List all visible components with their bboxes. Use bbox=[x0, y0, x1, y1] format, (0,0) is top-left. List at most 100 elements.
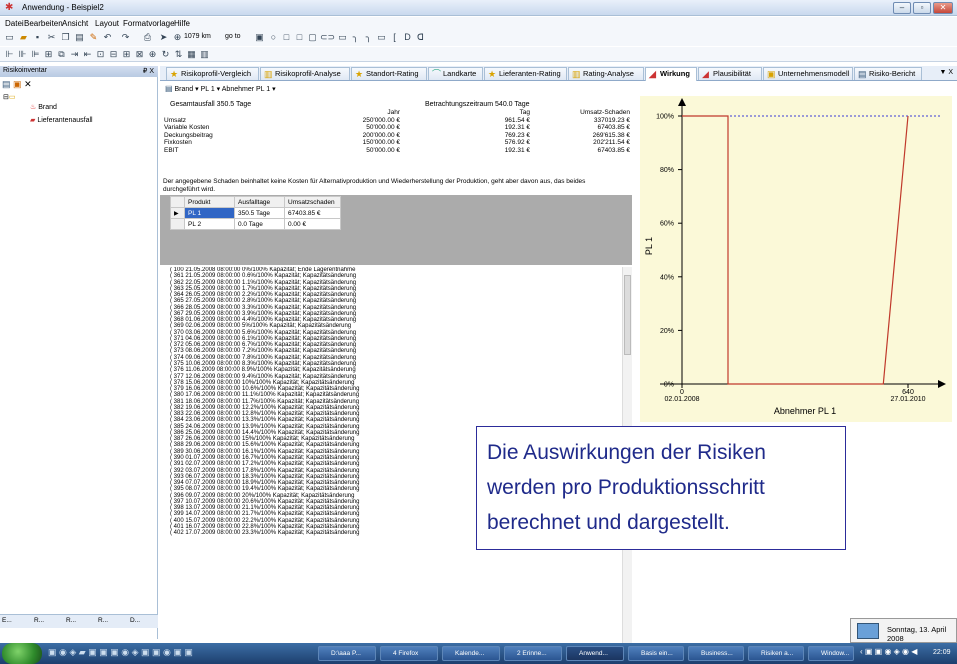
minitab-1[interactable]: E... bbox=[2, 617, 12, 624]
effect-chart: 0% 20% 40% 60% 80% 100% 0 02.01.2008 640 27.01.20… bbox=[640, 96, 952, 422]
bracket-icon[interactable]: [ bbox=[389, 32, 400, 43]
delete-icon[interactable]: ✕ bbox=[24, 79, 32, 89]
menu-ansicht[interactable]: Ansicht bbox=[62, 19, 88, 28]
front-icon[interactable]: ⇥ bbox=[69, 49, 80, 60]
cut-icon[interactable]: ✂ bbox=[46, 32, 57, 43]
quicklaunch-icons[interactable]: ▣ ◉ ◈ ▰ ▣ ▣ ▣ ◉ ◈ ▣ ▣ ◉ ▣ ▣ bbox=[48, 647, 193, 658]
star-icon: ★ bbox=[170, 69, 179, 79]
tab-risikoprofil-analyse[interactable]: ▥ Risikoprofil-Analyse bbox=[260, 67, 350, 80]
tab-standort-rating[interactable]: ★ Standort-Rating bbox=[351, 67, 427, 80]
table-row[interactable]: PL 2 0.0 Tage 0.00 € bbox=[170, 218, 341, 230]
copy-icon[interactable]: ❐ bbox=[60, 32, 71, 43]
paste-icon[interactable]: ▤ bbox=[74, 32, 85, 43]
format-toolbar: ⊩ ⊪ ⊫ ⊞ ⧉ ⇥ ⇤ ⊡ ⊟ ⊞ ⊠ ⊕ ↻ ⇅ ▦ ▥ bbox=[0, 47, 957, 62]
table-icon[interactable]: ▦ bbox=[186, 49, 197, 60]
minitab-3[interactable]: R... bbox=[66, 617, 76, 624]
tab-unternehmensmodell[interactable]: ▣ Unternehmensmodell bbox=[763, 67, 853, 80]
fill-icon[interactable]: ▣ bbox=[254, 32, 265, 43]
open-icon[interactable]: ▰ bbox=[18, 32, 29, 43]
taskbar-item[interactable]: Business... bbox=[688, 646, 744, 661]
tray-icons[interactable]: ‹ ▣ ▣ ◉ ◈ ◉ ◀ bbox=[860, 647, 917, 656]
grid-icon[interactable]: ⊞ bbox=[121, 49, 132, 60]
scrollbar-thumb[interactable] bbox=[624, 275, 631, 355]
info-box: Die Auswirkungen der Risiken werden pro … bbox=[476, 426, 846, 550]
curve-icon[interactable]: ╮ bbox=[350, 32, 361, 43]
back-icon[interactable]: ⇤ bbox=[82, 49, 93, 60]
tab-lieferanten-rating[interactable]: ★ Lieferanten-Rating bbox=[484, 67, 567, 80]
layer-icon[interactable]: ⧉ bbox=[56, 49, 67, 60]
start-button[interactable] bbox=[2, 643, 42, 664]
taskbar-item[interactable]: Basis ein... bbox=[628, 646, 684, 661]
align-right-icon[interactable]: ⊫ bbox=[30, 49, 41, 60]
y-tick-label: 20% bbox=[660, 328, 674, 335]
x-tick-date-label: 27.01.2010 bbox=[890, 396, 925, 403]
taskbar-item[interactable]: 4 Firefox bbox=[380, 646, 438, 661]
tab-rating-analyse[interactable]: ▥ Rating-Analyse bbox=[568, 67, 644, 80]
distribute-icon[interactable]: ⊞ bbox=[43, 49, 54, 60]
add-item-icon[interactable]: ▣ bbox=[13, 79, 22, 89]
taskbar-item[interactable]: D:\aaa P... bbox=[318, 646, 376, 661]
menu-formatvorlage[interactable]: Formatvorlage bbox=[123, 19, 175, 28]
menu-hilfe[interactable]: Hilfe bbox=[174, 19, 190, 28]
goto-button[interactable]: go to bbox=[225, 33, 241, 40]
tabs-menu-button[interactable]: ▼ X bbox=[939, 69, 953, 76]
cshape-icon[interactable]: ᗡ bbox=[415, 32, 426, 43]
taskbar-item[interactable]: Kalende... bbox=[442, 646, 500, 661]
save-icon[interactable]: ▪ bbox=[32, 32, 43, 43]
snap-icon[interactable]: ⊠ bbox=[134, 49, 145, 60]
taskbar-item[interactable]: Window... bbox=[808, 646, 854, 661]
print-icon[interactable]: ⎙ bbox=[142, 32, 153, 43]
minitab-4[interactable]: R... bbox=[98, 617, 108, 624]
tab-landkarte[interactable]: ⌒ Landkarte bbox=[428, 67, 483, 80]
taskbar-item[interactable]: 2 Erinne... bbox=[504, 646, 562, 661]
brush-icon[interactable]: ✎ bbox=[88, 32, 99, 43]
ungroup-icon[interactable]: ⊟ bbox=[108, 49, 119, 60]
flip-icon[interactable]: ⇅ bbox=[173, 49, 184, 60]
shape-icon[interactable]: ▭ bbox=[337, 32, 348, 43]
ellipse-icon[interactable]: ○ bbox=[268, 32, 279, 43]
rect-icon[interactable]: □ bbox=[281, 32, 292, 43]
taskbar-item[interactable]: Risiken a... bbox=[748, 646, 804, 661]
close-button[interactable]: ✕ bbox=[933, 2, 953, 14]
x-axis-arrow bbox=[938, 380, 946, 388]
square-icon[interactable]: □ bbox=[294, 32, 305, 43]
menu-layout[interactable]: Layout bbox=[95, 19, 119, 28]
new-icon[interactable]: ▭ bbox=[4, 32, 15, 43]
menu-bearbeiten[interactable]: Bearbeiten bbox=[24, 19, 63, 28]
tree-item-brand[interactable]: ♨ Brand bbox=[30, 103, 57, 111]
pointer-icon[interactable]: ➤ bbox=[158, 32, 169, 43]
corner-icon[interactable]: ╮ bbox=[363, 32, 374, 43]
zoom-icon[interactable]: ⊕ bbox=[172, 32, 183, 43]
d-shape-icon[interactable]: D bbox=[402, 32, 413, 43]
left-panel bbox=[0, 66, 158, 639]
group-icon[interactable]: ⊡ bbox=[95, 49, 106, 60]
align-center-icon[interactable]: ⊪ bbox=[17, 49, 28, 60]
tab-risiko-bericht[interactable]: ▤ Risiko-Bericht bbox=[854, 67, 922, 80]
tab-plausibilitaet[interactable]: ◢ Plausibilität bbox=[698, 67, 762, 80]
menu-datei[interactable]: Datei bbox=[5, 19, 24, 28]
taskbar-item-active[interactable]: Anwend... bbox=[566, 646, 624, 661]
breadcrumb[interactable]: ▤ Brand ▾ PL 1 ▾ Abnehmer PL 1 ▾ bbox=[165, 84, 565, 94]
tree-item-lieferantenausfall[interactable]: ▰ Lieferantenausfall bbox=[30, 116, 93, 124]
lock-icon[interactable]: ⊕ bbox=[147, 49, 158, 60]
rotate-icon[interactable]: ↻ bbox=[160, 49, 171, 60]
tree-root[interactable]: ⊟▭ bbox=[3, 93, 16, 101]
frame-icon[interactable]: ▭ bbox=[376, 32, 387, 43]
tab-risikoprofil-vergleich[interactable]: ★ Risikoprofil-Vergleich bbox=[166, 67, 259, 80]
rounded-rect-icon[interactable]: ▢ bbox=[307, 32, 318, 43]
align-left-icon[interactable]: ⊩ bbox=[4, 49, 15, 60]
distance-value[interactable]: 1079 km bbox=[184, 33, 211, 40]
minitab-5[interactable]: D... bbox=[130, 617, 140, 624]
capsule-icon[interactable]: ⊂⊃ bbox=[320, 32, 335, 43]
panel-pin-button[interactable]: ₽ X bbox=[143, 67, 154, 75]
redo-icon[interactable]: ↷ bbox=[120, 32, 131, 43]
table-row[interactable]: ▶ PL 1 350.5 Tage 67403.85 € bbox=[170, 207, 341, 219]
new-item-icon[interactable]: ▤ bbox=[2, 79, 11, 89]
maximize-button[interactable]: ▫ bbox=[913, 2, 931, 14]
taskbar: ▣ ◉ ◈ ▰ ▣ ▣ ▣ ◉ ◈ ▣ ▣ ◉ ▣ ▣ D:\aaa P... … bbox=[0, 643, 957, 664]
minimize-button[interactable]: – bbox=[893, 2, 911, 14]
chart-icon[interactable]: ▥ bbox=[199, 49, 210, 60]
undo-icon[interactable]: ↶ bbox=[102, 32, 113, 43]
minitab-2[interactable]: R... bbox=[34, 617, 44, 624]
tab-wirkung[interactable]: ◢ Wirkung bbox=[645, 67, 697, 81]
